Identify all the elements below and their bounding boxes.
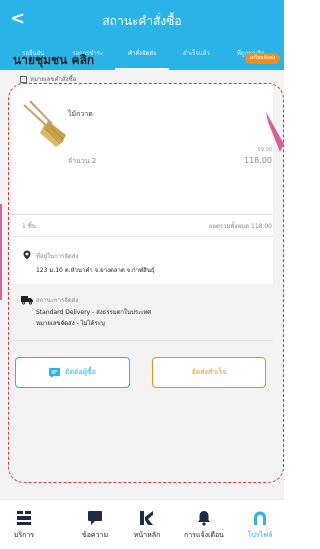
nav-label-services: บริการ — [13, 531, 35, 539]
page-title: สถานะคำสั่งซื้อ — [102, 14, 182, 28]
annotation-marker — [0, 204, 2, 300]
nav-label-home: หน้าหลัก — [133, 531, 161, 539]
checkbox-icon — [20, 75, 27, 83]
message-icon — [88, 511, 102, 525]
tab-to-ship[interactable]: คำสั่งจัดส่ง — [114, 40, 170, 70]
nav-item-home[interactable]: หน้าหลัก — [123, 510, 171, 541]
bell-icon — [198, 511, 210, 526]
tab-completed[interactable]: สำเร็จแล้ว — [169, 40, 223, 70]
nav-item-services[interactable]: บริการ — [0, 510, 48, 541]
header-bar: < สถานะคำสั่งซื้อ — [0, 0, 284, 40]
home-icon — [140, 511, 153, 525]
annotation-arrow-icon — [266, 112, 284, 152]
nav-item-profile[interactable]: โปรไฟล์ — [236, 510, 284, 541]
shop-name: นายชุมชน คลิก — [13, 53, 95, 67]
status-badge: เตรียมจัดส่ง — [245, 53, 280, 64]
services-icon — [17, 511, 31, 525]
nav-label-profile: โปรไฟล์ — [247, 531, 273, 539]
profile-icon — [254, 511, 266, 525]
nav-item-notifications[interactable]: การแจ้งเตือน — [180, 510, 228, 541]
nav-item-messages[interactable]: ข้อความ — [71, 510, 119, 541]
nav-label-messages: ข้อความ — [81, 531, 109, 539]
bottom-navigation: บริการ ข้อความ หน้าหลัก การแจ้งเตือน โปร… — [0, 499, 284, 549]
annotation-dashed-outline — [8, 83, 284, 483]
nav-label-notifications: การแจ้งเตือน — [184, 531, 224, 539]
